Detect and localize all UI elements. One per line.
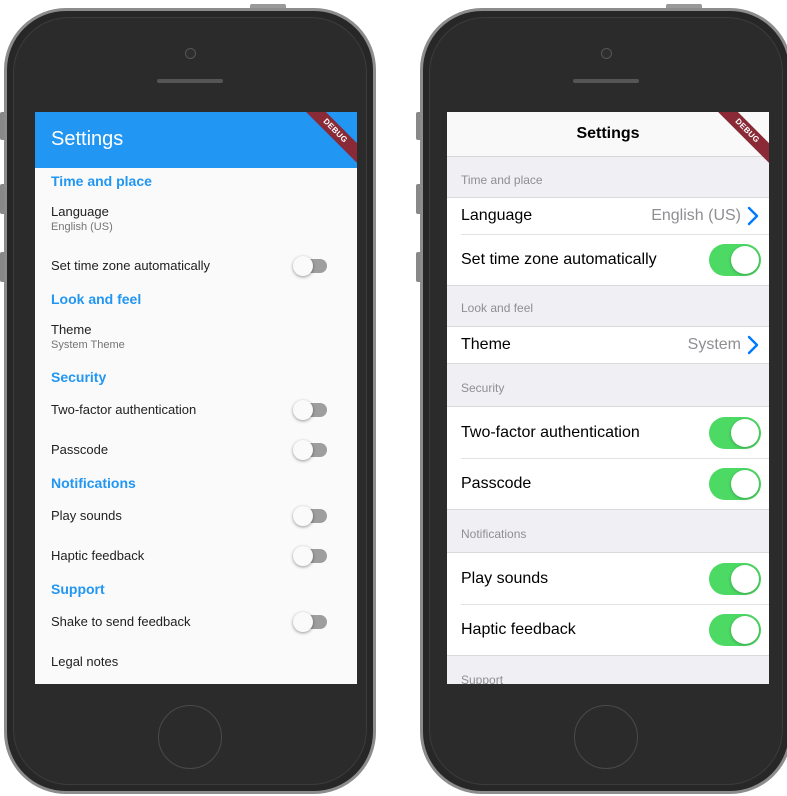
section-header-support: Support <box>461 673 504 684</box>
row-haptic-feedback[interactable]: Haptic feedback <box>447 604 769 655</box>
app-bar: Settings <box>35 112 357 168</box>
two-factor-switch[interactable] <box>709 416 761 449</box>
tile-title: Legal notes <box>51 654 119 669</box>
row-label: Set time zone automatically <box>461 250 657 268</box>
section-header-notifications: Notifications <box>51 475 136 491</box>
row-label: Language <box>461 207 533 224</box>
row-theme[interactable]: Theme System <box>447 327 769 363</box>
shake-feedback-switch[interactable] <box>293 612 327 632</box>
row-value: English (US) <box>651 207 741 224</box>
earpiece-speaker <box>573 79 639 83</box>
section-header-look-and-feel: Look and feel <box>51 291 142 307</box>
material-phone-frame: Settings DEBUG Time and place Language E… <box>0 4 376 796</box>
two-factor-switch[interactable] <box>293 400 327 420</box>
row-label: Two-factor authentication <box>461 423 640 441</box>
haptic-feedback-switch[interactable] <box>709 613 761 646</box>
chevron-right-icon <box>747 333 759 357</box>
haptic-feedback-switch[interactable] <box>293 546 327 566</box>
section-header-support: Support <box>51 581 105 597</box>
tile-subtitle: System Theme <box>51 339 125 351</box>
section-group-notifications: Play sounds Haptic feedback <box>447 552 769 656</box>
section-header-time-and-place: Time and place <box>51 173 152 189</box>
section-header-time-and-place: Time and place <box>461 173 543 187</box>
row-label: Haptic feedback <box>461 620 576 638</box>
tile-theme[interactable]: Theme System Theme <box>35 312 357 364</box>
section-header-security: Security <box>51 369 107 385</box>
row-set-time-zone[interactable]: Set time zone automatically <box>447 234 769 285</box>
cupertino-phone-frame: Settings DEBUG Time and place Language E… <box>416 4 787 796</box>
time-zone-switch[interactable] <box>293 256 327 276</box>
tile-shake-feedback[interactable]: Shake to send feedback <box>35 602 357 642</box>
row-two-factor[interactable]: Two-factor authentication <box>447 407 769 458</box>
section-header-security: Security <box>461 381 505 395</box>
front-camera <box>601 48 612 59</box>
earpiece-speaker <box>157 79 223 83</box>
time-zone-switch[interactable] <box>709 243 761 276</box>
tile-title: Theme <box>51 322 92 337</box>
tile-set-time-zone[interactable]: Set time zone automatically <box>35 246 357 286</box>
row-play-sounds[interactable]: Play sounds <box>447 553 769 604</box>
play-sounds-switch[interactable] <box>293 506 327 526</box>
home-button[interactable] <box>158 705 222 769</box>
home-button[interactable] <box>574 705 638 769</box>
tile-passcode[interactable]: Passcode <box>35 430 357 470</box>
row-label: Passcode <box>461 474 532 492</box>
section-group-look-and-feel: Theme System <box>447 326 769 364</box>
cupertino-settings-screen: Settings DEBUG Time and place Language E… <box>447 112 769 684</box>
row-language[interactable]: Language English (US) <box>447 198 769 234</box>
tile-title: Language <box>51 204 109 219</box>
passcode-switch[interactable] <box>709 467 761 500</box>
tile-legal-notes[interactable]: Legal notes <box>35 642 357 682</box>
section-group-security: Two-factor authentication Passcode <box>447 406 769 510</box>
tile-play-sounds[interactable]: Play sounds <box>35 496 357 536</box>
section-group-time-and-place: Language English (US) Set time zone auto… <box>447 197 769 286</box>
nav-title: Settings <box>576 125 640 142</box>
section-header-look-and-feel: Look and feel <box>461 301 534 315</box>
material-settings-screen: Settings DEBUG Time and place Language E… <box>35 112 357 684</box>
passcode-switch[interactable] <box>293 440 327 460</box>
play-sounds-switch[interactable] <box>709 562 761 595</box>
tile-language[interactable]: Language English (US) <box>35 194 357 246</box>
section-header-notifications: Notifications <box>461 527 527 541</box>
row-label: Theme <box>461 336 511 353</box>
tile-two-factor[interactable]: Two-factor authentication <box>35 390 357 430</box>
chevron-right-icon <box>747 204 759 228</box>
app-bar-title: Settings <box>51 128 124 150</box>
row-label: Play sounds <box>461 569 549 587</box>
front-camera <box>185 48 196 59</box>
row-value: System <box>687 336 741 353</box>
tile-haptic-feedback[interactable]: Haptic feedback <box>35 536 357 576</box>
tile-subtitle: English (US) <box>51 221 113 233</box>
navigation-bar: Settings <box>447 112 769 157</box>
row-passcode[interactable]: Passcode <box>447 458 769 509</box>
